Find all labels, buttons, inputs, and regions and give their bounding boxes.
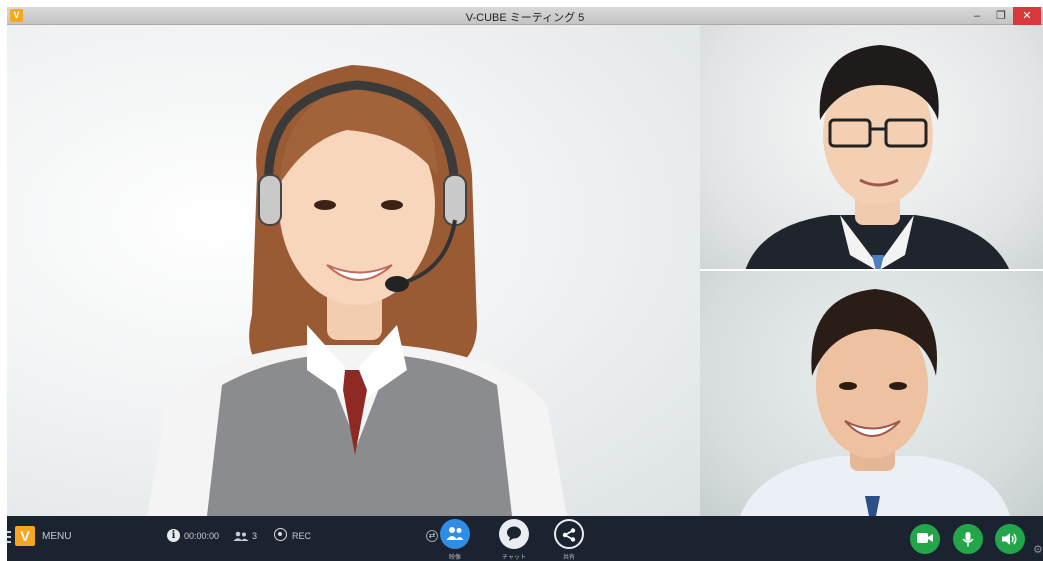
- record-label[interactable]: REC: [292, 531, 311, 541]
- chat-tab-label: チャット: [502, 555, 526, 561]
- video-tab-button[interactable]: [440, 519, 470, 549]
- share-icon: [562, 528, 576, 542]
- menu-button[interactable]: MENU: [42, 531, 71, 542]
- share-tab-button[interactable]: [554, 519, 584, 549]
- camera-icon: [917, 533, 933, 543]
- camera-toggle-button[interactable]: [910, 524, 940, 554]
- video-tab-label: 映像: [448, 555, 461, 561]
- info-icon[interactable]: i: [167, 529, 180, 542]
- meeting-timer: 00:00:00: [184, 531, 220, 541]
- microphone-icon: [962, 532, 974, 547]
- main-video-feed[interactable]: [7, 25, 700, 516]
- participant-video-1[interactable]: [700, 25, 1043, 271]
- menu-logo-icon[interactable]: V: [15, 526, 35, 546]
- chat-bubble-icon: [507, 526, 521, 541]
- hamburger-icon[interactable]: [7, 531, 11, 543]
- meeting-toolbar: V MENU i 00:00:00 3 REC ⇄ 映像 チャット 共有 ⚙: [7, 516, 1043, 561]
- speaker-icon: [1002, 533, 1017, 545]
- video-participants-icon: [446, 527, 464, 540]
- gear-icon[interactable]: ⚙: [1033, 543, 1043, 556]
- meeting-window: V V-CUBE ミーティング 5 – ❐ ✕ V MENU i 00:00:0…: [7, 7, 1043, 561]
- participant-man-smiling-image: [740, 289, 1010, 516]
- share-tab-label: 共有: [562, 555, 575, 561]
- participant-video-2[interactable]: [700, 271, 1043, 516]
- close-button[interactable]: ✕: [1013, 7, 1041, 25]
- minimize-button[interactable]: –: [965, 7, 989, 25]
- participant-woman-headset-image: [147, 65, 567, 516]
- window-title: V-CUBE ミーティング 5: [465, 12, 585, 24]
- participant-count: 3: [252, 531, 258, 541]
- title-bar: V V-CUBE ミーティング 5 – ❐ ✕: [7, 7, 1043, 25]
- record-icon[interactable]: [274, 528, 287, 541]
- participants-icon: [233, 531, 249, 544]
- swap-icon[interactable]: ⇄: [426, 530, 438, 542]
- restore-button[interactable]: ❐: [989, 7, 1013, 25]
- speaker-toggle-button[interactable]: [995, 524, 1025, 554]
- chat-tab-button[interactable]: [499, 519, 529, 549]
- participant-man-glasses-image: [745, 45, 1009, 269]
- microphone-toggle-button[interactable]: [953, 524, 983, 554]
